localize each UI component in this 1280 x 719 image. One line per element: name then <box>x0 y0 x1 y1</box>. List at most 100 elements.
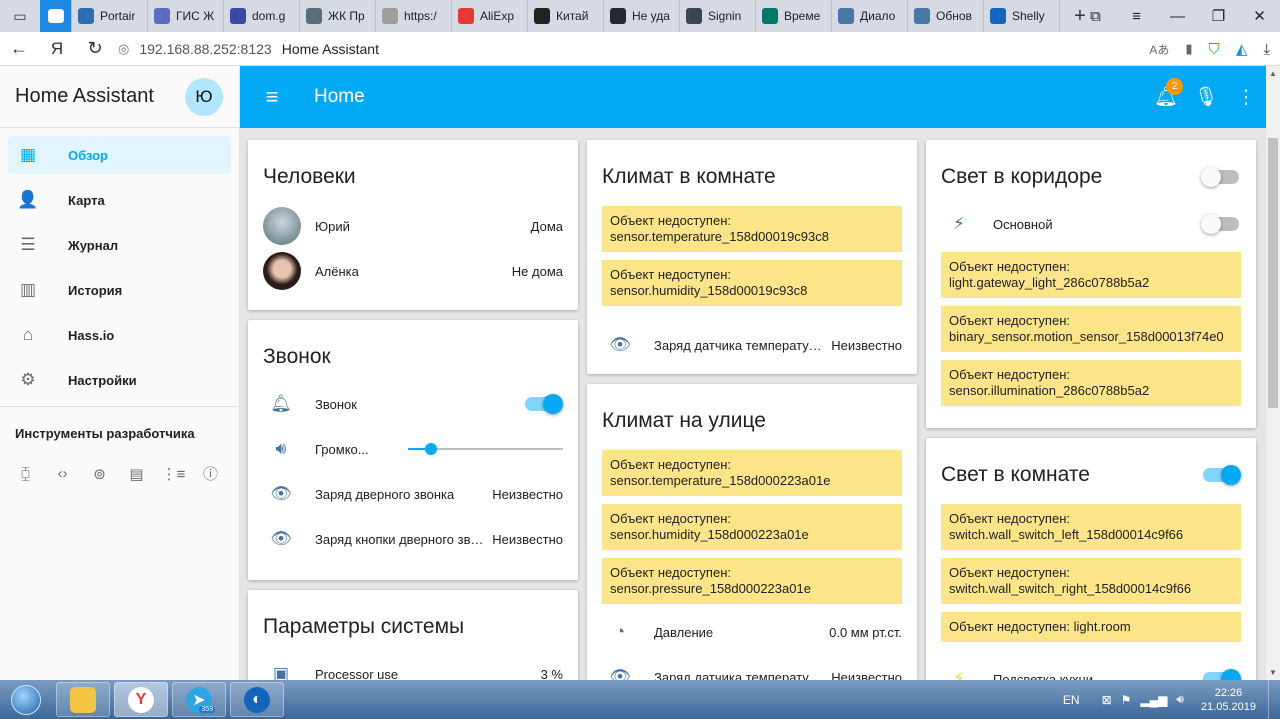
user-avatar[interactable]: Ю <box>185 77 223 116</box>
protect-shield-icon[interactable]: ⛉ <box>1209 41 1220 58</box>
network-error-icon[interactable]: ⊠ <box>1102 693 1112 707</box>
browser-tab[interactable]: ГИС Ж <box>148 0 224 32</box>
translate-icon[interactable]: Aあ <box>1149 41 1169 58</box>
sidebar-item[interactable]: ⚙ Настройки <box>8 361 231 399</box>
file-xml-icon[interactable]: ▤ <box>126 463 147 484</box>
entity-row-pressure[interactable]: ◔ Давление 0.0 мм рт.ст. <box>587 612 917 652</box>
close-button[interactable]: ✕ <box>1239 0 1280 32</box>
security-icon[interactable]: ⚑ <box>1121 693 1132 707</box>
card-light-corridor: Свет в коридоре ⚡︎ Основной Объект недос… <box>926 140 1256 428</box>
app-toolbar: ≡ Home 🔔︎ 2 🎙︎ ⋮ <box>240 66 1266 128</box>
signal-icon[interactable]: ▂▄▆ <box>1140 693 1167 707</box>
unavailable-warning: Объект недоступен: sensor.illumination_2… <box>941 360 1241 406</box>
bookmark-flag-icon[interactable]: ▮ <box>1185 41 1192 57</box>
taskbar-telegram[interactable]: ➤ 359 <box>172 682 226 717</box>
tab-favicon <box>686 8 702 24</box>
reload-button[interactable]: ↻ <box>76 32 114 66</box>
minimize-button[interactable]: — <box>1157 0 1198 32</box>
taskbar-app[interactable]: ◐ <box>230 682 284 717</box>
sidebar-item[interactable]: 👤 Карта <box>8 181 231 219</box>
eye-icon: 👁︎ <box>609 667 631 680</box>
person-state: Не дома <box>511 263 563 279</box>
entity-row-processor[interactable]: ▣ Processor use 3 % <box>248 654 578 680</box>
entity-row-temp-battery[interactable]: 👁︎ Заряд датчика температуры Неизвестно <box>587 325 917 365</box>
remote-icon[interactable]: ⧮ <box>15 463 36 484</box>
restore-button[interactable]: ❐ <box>1198 0 1239 32</box>
sidebar: Home Assistant Ю ▦ Обзор 👤 Карта ☰ Журнал ▥ Ист… <box>0 66 240 680</box>
tab-favicon <box>838 8 854 24</box>
browser-tab[interactable]: Portair <box>72 0 148 32</box>
more-vert-icon[interactable]: ⋮ <box>1226 66 1266 128</box>
notifications-button[interactable]: 🔔︎ 2 <box>1146 66 1186 128</box>
hamburger-menu-icon[interactable]: ≡ <box>1116 0 1157 32</box>
entity-name: Звонок <box>315 396 357 412</box>
taskbar-explorer[interactable] <box>56 682 110 717</box>
list-icon: ☰ <box>20 235 36 254</box>
browser-tab[interactable]: Диало <box>832 0 908 32</box>
corridor-header-toggle[interactable] <box>1201 167 1239 187</box>
entity-row-doorbell-battery[interactable]: 👁︎ Заряд дверного звонка Неизвестно <box>248 474 578 514</box>
browser-tab[interactable]: Signin <box>680 0 756 32</box>
sidebar-item[interactable]: ▦ Обзор <box>8 136 231 174</box>
page-title-in-address: Home Assistant <box>281 40 379 57</box>
site-info-icon[interactable]: ◎ <box>118 41 129 57</box>
main-scrollbar[interactable]: ▲ ▼ <box>1266 66 1280 680</box>
format-list-icon[interactable]: ⋮≡ <box>162 463 186 484</box>
entity-value: 0.0 мм рт.ст. <box>829 624 902 640</box>
scroll-thumb[interactable] <box>1268 138 1278 408</box>
unavailable-warning: Объект недоступен: binary_sensor.motion_… <box>941 306 1241 352</box>
browser-tab[interactable]: Не уда <box>604 0 680 32</box>
browser-tab[interactable]: Shelly <box>984 0 1060 32</box>
person-row[interactable]: Алёнка Не дома <box>248 251 578 291</box>
sidebar-item[interactable]: ▥ История <box>8 271 231 309</box>
taskbar-yandex-browser[interactable]: Y <box>114 682 168 717</box>
sidebar-item[interactable]: ☰ Журнал <box>8 226 231 264</box>
browser-tab[interactable]: https:/ <box>376 0 452 32</box>
bookmark-icon[interactable]: ⧉ <box>1075 0 1116 32</box>
sidebar-item[interactable]: ⌂ Hass.io <box>8 316 231 354</box>
folder-icon <box>70 686 96 713</box>
info-icon[interactable]: ⓘ <box>200 463 221 484</box>
browser-tab[interactable]: dom.g <box>224 0 300 32</box>
menu-icon[interactable]: ≡ <box>240 66 304 128</box>
yandex-logo-icon[interactable]: Я <box>38 32 76 66</box>
home-assistant-favicon <box>47 9 64 23</box>
entity-value: Неизвестно <box>492 531 563 547</box>
tab-favicon <box>990 8 1006 24</box>
card-title: Свет в комнате <box>941 463 1090 486</box>
unavailable-warning: Объект недоступен: switch.wall_switch_le… <box>941 504 1241 550</box>
gear-icon: ⚙ <box>20 370 36 389</box>
browser-tab[interactable]: Китай <box>528 0 604 32</box>
kitchen-light-toggle[interactable] <box>1203 669 1241 680</box>
language-indicator[interactable]: EN <box>1063 693 1080 707</box>
person-row[interactable]: Юрий Дома <box>248 206 578 246</box>
radio-tower-icon[interactable]: ⊚ <box>89 463 110 484</box>
tab-home-assistant[interactable] <box>40 0 72 32</box>
main-light-toggle[interactable] <box>1201 214 1239 234</box>
warning-entity: light.gateway_light_286c0788b5a2 <box>949 275 1150 290</box>
start-button[interactable] <box>0 680 52 719</box>
code-icon[interactable]: ‹› <box>52 463 73 484</box>
scroll-down-arrow[interactable]: ▼ <box>1269 668 1277 677</box>
scroll-up-arrow[interactable]: ▲ <box>1269 69 1277 78</box>
back-button[interactable]: ← <box>0 32 38 66</box>
alice-icon[interactable]: ◭ <box>1236 40 1248 58</box>
browser-tab[interactable]: Обнов <box>908 0 984 32</box>
show-desktop-button[interactable] <box>1268 680 1280 719</box>
entity-row-doorbell-button-battery[interactable]: 👁︎ Заряд кнопки дверного звонка Неизвест… <box>248 519 578 559</box>
clock[interactable]: 22:26 21.05.2019 <box>1201 686 1256 714</box>
browser-tab[interactable]: AliExp <box>452 0 528 32</box>
room-header-toggle[interactable] <box>1203 465 1241 485</box>
tab-label: dom.g <box>252 9 286 23</box>
entity-row-temp-battery[interactable]: 👁︎ Заряд датчика температуры Неизвестно <box>587 657 917 680</box>
tab-panel-icon[interactable]: ▭ <box>0 0 40 32</box>
volume-slider[interactable] <box>408 439 563 459</box>
microphone-icon[interactable]: 🎙︎ <box>1186 66 1226 128</box>
downloads-icon[interactable]: ⤓ <box>1263 41 1270 58</box>
tab-favicon <box>610 8 626 24</box>
browser-tab[interactable]: ЖК Пр <box>300 0 376 32</box>
browser-tab[interactable]: Време <box>756 0 832 32</box>
doorbell-toggle[interactable] <box>525 394 563 414</box>
url-field[interactable]: ◎ 192.168.88.252:8123 Home Assistant <box>118 41 379 57</box>
volume-tray-icon[interactable]: 🔊︎ <box>1176 692 1184 707</box>
